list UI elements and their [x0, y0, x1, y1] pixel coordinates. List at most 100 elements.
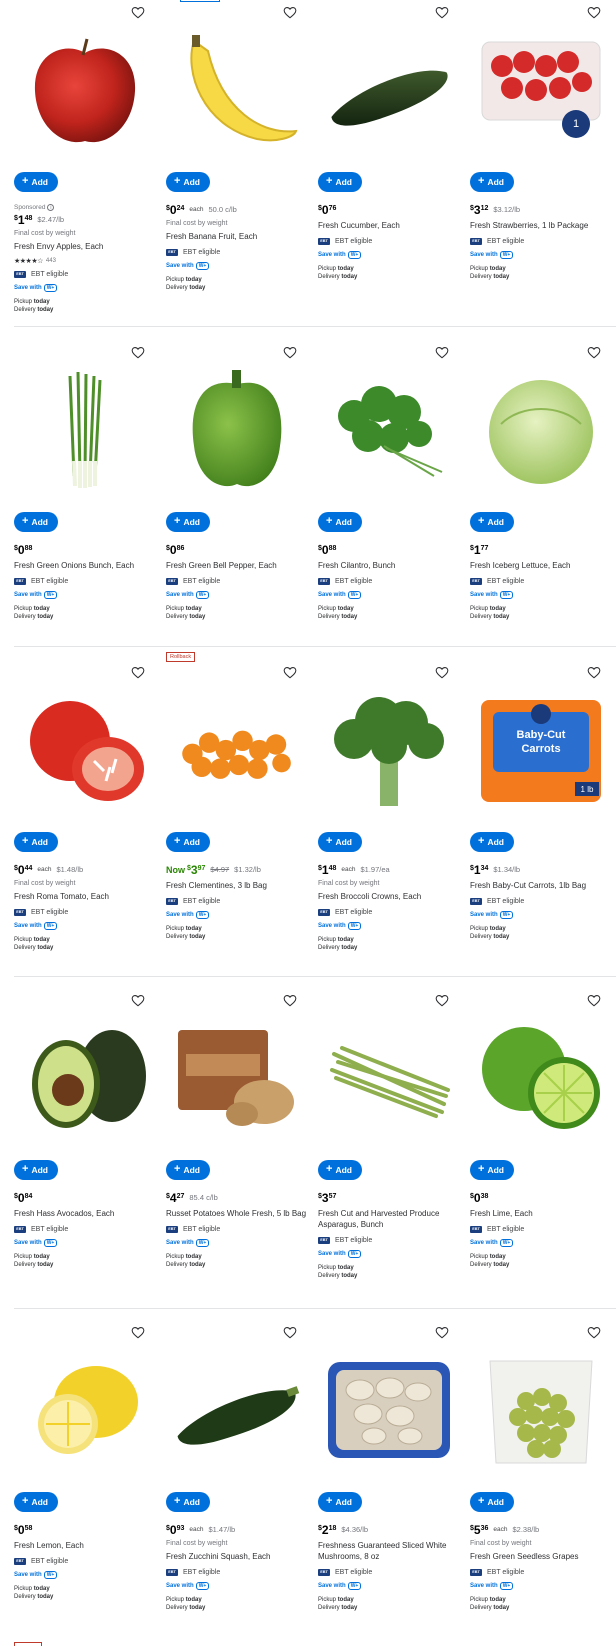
bell-pepper-image[interactable] [172, 366, 302, 496]
favorite-heart-icon[interactable] [282, 994, 298, 1010]
favorite-heart-icon[interactable] [130, 346, 146, 362]
favorite-heart-icon[interactable] [282, 6, 298, 22]
add-to-cart-button[interactable]: + Add [470, 1160, 514, 1180]
favorite-heart-icon[interactable] [586, 1326, 602, 1342]
save-with-walmart-plus[interactable]: Save with W+ [470, 250, 616, 259]
lemon-image[interactable] [20, 1346, 150, 1476]
save-with-walmart-plus[interactable]: Save with W+ [14, 590, 164, 599]
product-title[interactable]: Fresh Lime, Each [470, 1209, 616, 1220]
strawberries-image[interactable]: 1 [476, 26, 606, 156]
product-card[interactable]: + Add $1 48 each $1.97/ea Final cost by weight… [318, 660, 470, 980]
product-card[interactable]: + Add $0 93 each $1.47/lb Final cost by weight… [166, 1320, 318, 1640]
favorite-heart-icon[interactable] [434, 1326, 450, 1342]
save-with-walmart-plus[interactable]: Save with W+ [14, 1570, 164, 1579]
add-to-cart-button[interactable]: + Add [318, 1492, 362, 1512]
favorite-heart-icon[interactable] [130, 6, 146, 22]
add-to-cart-button[interactable]: + Add [318, 1160, 362, 1180]
save-with-walmart-plus[interactable]: Save with W+ [318, 590, 468, 599]
product-title[interactable]: Fresh Cilantro, Bunch [318, 561, 468, 572]
product-title[interactable]: Fresh Iceberg Lettuce, Each [470, 561, 616, 572]
product-card[interactable]: + Add Sponsored i $1 48 $2.47/lb Final cost by … [14, 0, 166, 320]
add-to-cart-button[interactable]: + Add [318, 512, 362, 532]
product-card[interactable]: 1 + Add $3 12 $3.12/lb Fresh Strawberries, 1 l… [470, 0, 616, 320]
product-card[interactable]: + Add $0 76 Fresh Cucumber, Each EBT EBT eligi… [318, 0, 470, 320]
product-card[interactable]: + Add $5 36 each $2.38/lb Final cost by weight… [470, 1320, 616, 1640]
save-with-walmart-plus[interactable]: Save with W+ [166, 1238, 316, 1247]
save-with-walmart-plus[interactable]: Save with W+ [470, 1238, 616, 1247]
product-card[interactable]: + Add $0 38 Fresh Lime, Each EBT EBT eligible S… [470, 988, 616, 1308]
carrots-bag-image[interactable]: Baby-Cut Carrots 1 lb [476, 686, 606, 816]
broccoli-image[interactable] [324, 686, 454, 816]
add-to-cart-button[interactable]: + Add [166, 1492, 210, 1512]
potatoes-image[interactable] [172, 1014, 302, 1144]
tomato-image[interactable] [20, 686, 150, 816]
product-title[interactable]: Fresh Roma Tomato, Each [14, 892, 164, 903]
save-with-walmart-plus[interactable]: Save with W+ [318, 1581, 468, 1590]
favorite-heart-icon[interactable] [434, 994, 450, 1010]
favorite-heart-icon[interactable] [586, 666, 602, 682]
product-title[interactable]: Freshness Guaranteed Sliced White Mushro… [318, 1541, 468, 1563]
product-card[interactable]: + Add $0 88 Fresh Green Onions Bunch, Each EB… [14, 340, 166, 660]
add-to-cart-button[interactable]: + Add [470, 172, 514, 192]
favorite-heart-icon[interactable] [586, 994, 602, 1010]
product-title[interactable]: Fresh Baby-Cut Carrots, 1lb Bag [470, 881, 616, 892]
add-to-cart-button[interactable]: + Add [14, 512, 58, 532]
red-apple-image[interactable] [20, 26, 150, 156]
asparagus-image[interactable] [324, 1014, 454, 1144]
favorite-heart-icon[interactable] [434, 666, 450, 682]
add-to-cart-button[interactable]: + Add [14, 172, 58, 192]
product-title[interactable]: Fresh Cucumber, Each [318, 221, 468, 232]
save-with-walmart-plus[interactable]: Save with W+ [470, 590, 616, 599]
mushrooms-image[interactable] [324, 1346, 454, 1476]
lime-image[interactable] [476, 1014, 606, 1144]
save-with-walmart-plus[interactable]: Save with W+ [14, 1238, 164, 1247]
favorite-heart-icon[interactable] [434, 346, 450, 362]
save-with-walmart-plus[interactable]: Save with W+ [166, 590, 316, 599]
product-card[interactable]: + Add $4 27 85.4 c/lb Russet Potatoes Whole F… [166, 988, 318, 1308]
product-card[interactable]: + Add $0 88 Fresh Cilantro, Bunch EBT EBT elig… [318, 340, 470, 660]
banana-image[interactable] [172, 26, 302, 156]
product-card[interactable]: + Add $2 18 $4.36/lb Freshness Guaranteed Sli… [318, 1320, 470, 1640]
product-card[interactable]: + Add $0 44 each $1.48/lb Final cost by weight… [14, 660, 166, 980]
product-title[interactable]: Fresh Green Seedless Grapes [470, 1552, 616, 1563]
product-card[interactable]: + Add $1 77 Fresh Iceberg Lettuce, Each EBT EB… [470, 340, 616, 660]
favorite-heart-icon[interactable] [282, 346, 298, 362]
add-to-cart-button[interactable]: + Add [166, 512, 210, 532]
favorite-heart-icon[interactable] [282, 666, 298, 682]
info-icon[interactable]: i [47, 204, 55, 211]
avocado-image[interactable] [20, 1014, 150, 1144]
product-title[interactable]: Fresh Broccoli Crowns, Each [318, 892, 468, 903]
add-to-cart-button[interactable]: + Add [14, 832, 58, 852]
product-title[interactable]: Fresh Green Bell Pepper, Each [166, 561, 316, 572]
add-to-cart-button[interactable]: + Add [470, 832, 514, 852]
product-title[interactable]: Fresh Zucchini Squash, Each [166, 1552, 316, 1563]
favorite-heart-icon[interactable] [130, 666, 146, 682]
save-with-walmart-plus[interactable]: Save with W+ [14, 921, 164, 930]
product-title[interactable]: Russet Potatoes Whole Fresh, 5 lb Bag [166, 1209, 316, 1220]
add-to-cart-button[interactable]: + Add [14, 1492, 58, 1512]
favorite-heart-icon[interactable] [586, 346, 602, 362]
zucchini-image[interactable] [172, 1346, 302, 1476]
save-with-walmart-plus[interactable]: Save with W+ [318, 1249, 468, 1258]
product-card[interactable]: + Add $3 57 Fresh Cut and Harvested Produce … [318, 988, 470, 1308]
favorite-heart-icon[interactable] [434, 6, 450, 22]
add-to-cart-button[interactable]: + Add [14, 1160, 58, 1180]
product-title[interactable]: Fresh Lemon, Each [14, 1541, 164, 1552]
save-with-walmart-plus[interactable]: Save with W+ [318, 921, 468, 930]
favorite-heart-icon[interactable] [282, 1326, 298, 1342]
product-title[interactable]: Fresh Hass Avocados, Each [14, 1209, 164, 1220]
product-title[interactable]: Fresh Banana Fruit, Each [166, 232, 316, 243]
save-with-walmart-plus[interactable]: Save with W+ [318, 250, 468, 259]
add-to-cart-button[interactable]: + Add [470, 512, 514, 532]
review-count[interactable]: 443 [46, 258, 56, 264]
product-card[interactable]: + Add $0 58 Fresh Lemon, Each EBT EBT eligible… [14, 1320, 166, 1640]
product-card[interactable]: Baby-Cut Carrots 1 lb + Add $1 34 $1.34/lb Fresh… [470, 660, 616, 980]
add-to-cart-button[interactable]: + Add [166, 832, 210, 852]
favorite-heart-icon[interactable] [586, 6, 602, 22]
save-with-walmart-plus[interactable]: Save with W+ [166, 261, 316, 270]
save-with-walmart-plus[interactable]: Save with W+ [470, 1581, 616, 1590]
favorite-heart-icon[interactable] [130, 994, 146, 1010]
product-title[interactable]: Fresh Clementines, 3 lb Bag [166, 881, 316, 892]
clementines-image[interactable] [172, 686, 302, 816]
grapes-image[interactable] [476, 1346, 606, 1476]
